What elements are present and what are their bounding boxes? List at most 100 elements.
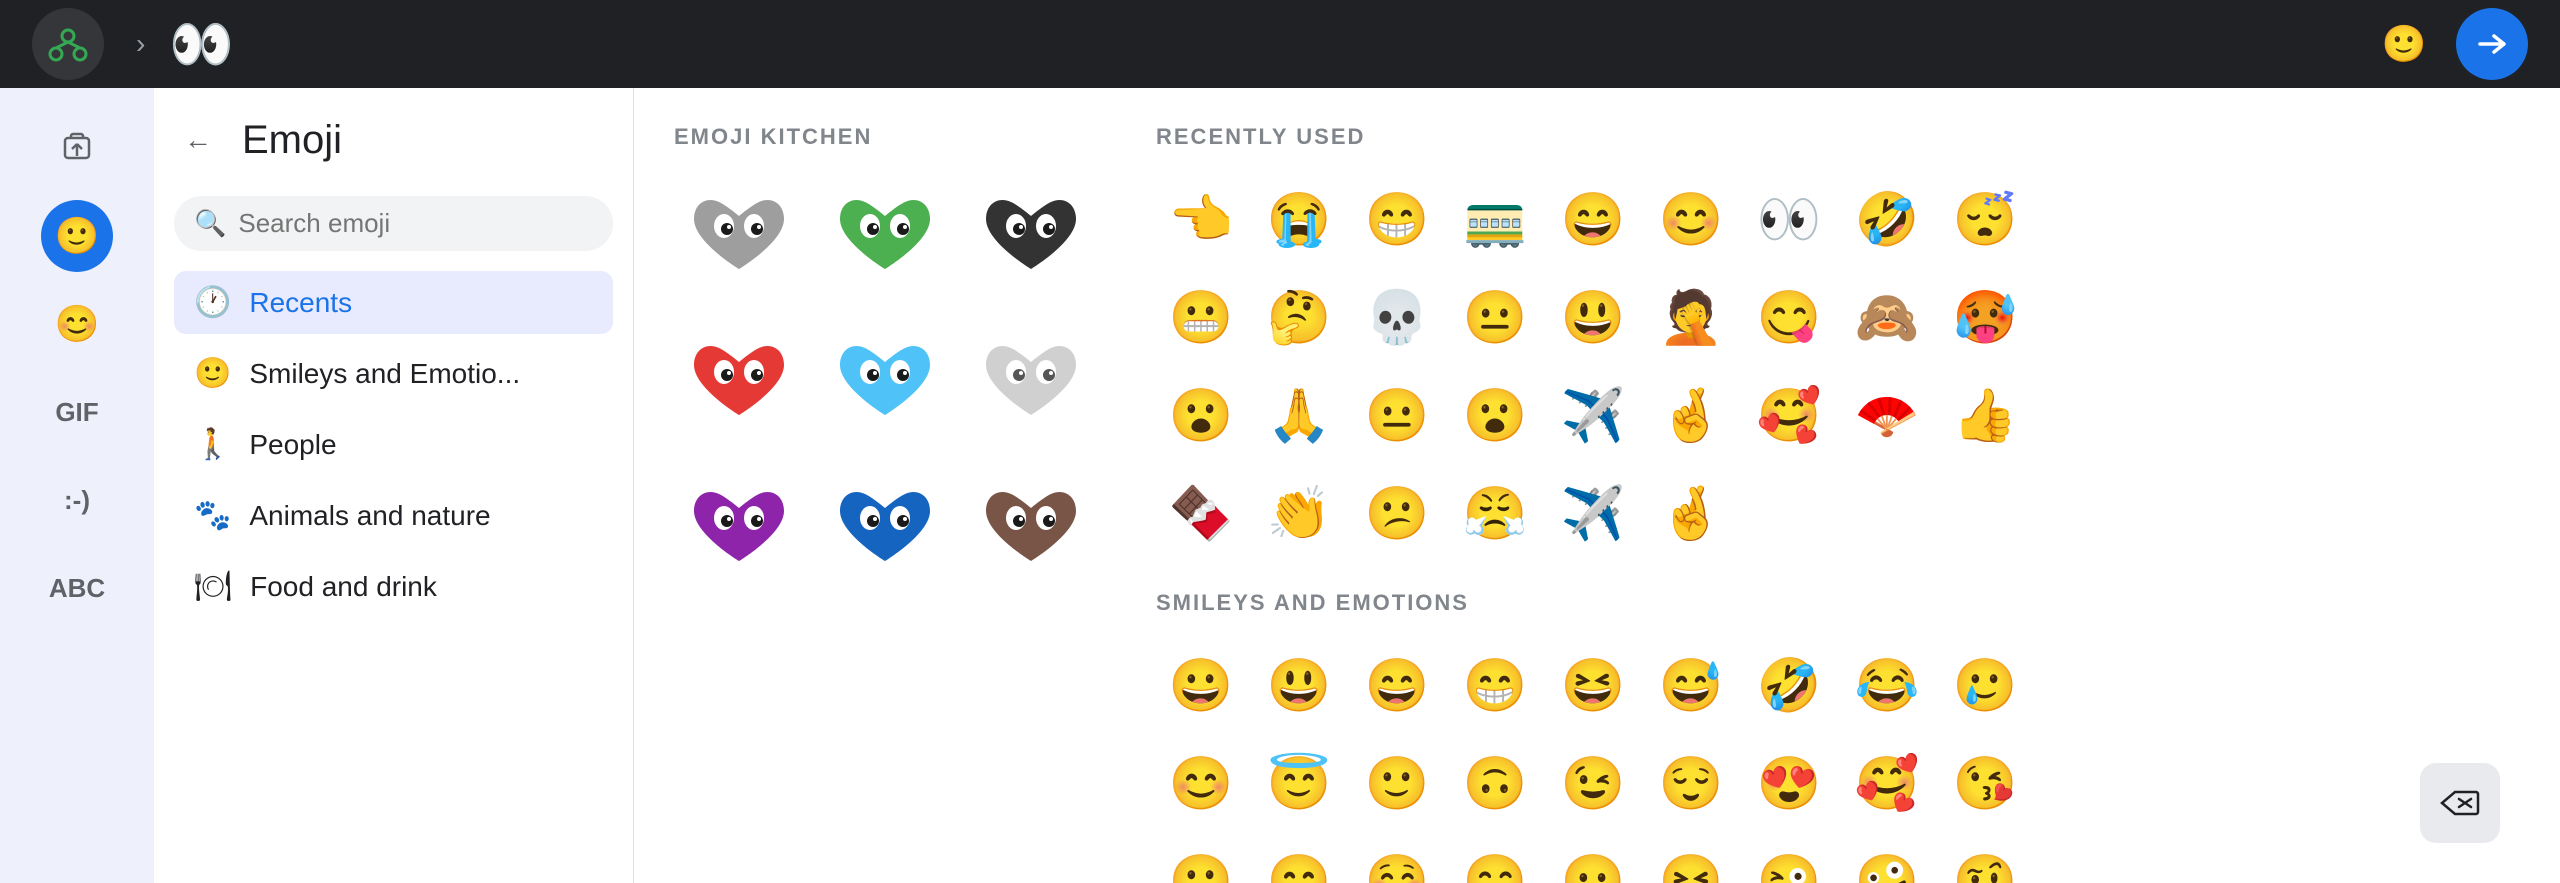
smiley-emoji[interactable]: 😆: [1548, 640, 1638, 730]
recent-emoji[interactable]: 🤞: [1646, 370, 1736, 460]
recent-emoji[interactable]: 👈: [1156, 174, 1246, 264]
emoji-sidebar-icon: 🙂: [55, 215, 100, 257]
smiley-emoji[interactable]: 😊: [1156, 738, 1246, 828]
main-area: 🙂 😊 GIF :-) ABC ← Emoji 🔍 🕐 Recents 🙂: [0, 88, 2560, 883]
kitchen-emoji-9[interactable]: [966, 466, 1096, 596]
backspace-button[interactable]: [2420, 763, 2500, 843]
recent-emoji[interactable]: 😤: [1450, 468, 1540, 558]
search-input[interactable]: [238, 208, 593, 239]
smiley-emoji[interactable]: 😁: [1450, 640, 1540, 730]
recent-emoji[interactable]: 🙏: [1254, 370, 1344, 460]
cat-item-food[interactable]: 🍽 Food and drink: [174, 555, 613, 618]
recent-emoji[interactable]: 😬: [1156, 272, 1246, 362]
sidebar-item-sticker[interactable]: 😊: [41, 288, 113, 360]
topbar: › 👀 🙂: [0, 0, 2560, 88]
topbar-eyes-emoji: 👀: [169, 14, 234, 75]
cat-item-food-label: Food and drink: [250, 571, 437, 603]
sidebar-item-emoji[interactable]: 🙂: [41, 200, 113, 272]
recent-emoji[interactable]: 😋: [1744, 272, 1834, 362]
smiley-emoji[interactable]: 🤪: [1842, 836, 1932, 883]
recent-emoji[interactable]: 🥰: [1744, 370, 1834, 460]
recent-emoji[interactable]: 👏: [1254, 468, 1344, 558]
cat-item-people[interactable]: 🚶 People: [174, 413, 613, 476]
recent-emoji[interactable]: 😄: [1548, 174, 1638, 264]
cat-item-animals[interactable]: 🐾 Animals and nature: [174, 484, 613, 547]
recent-emoji[interactable]: ✈️: [1548, 468, 1638, 558]
smiley-emoji[interactable]: 🤨: [1940, 836, 2030, 883]
recent-emoji[interactable]: 💀: [1352, 272, 1442, 362]
kitchen-emoji-7[interactable]: [674, 466, 804, 596]
recent-emoji[interactable]: 🚃: [1450, 174, 1540, 264]
recent-emoji[interactable]: 😮: [1450, 370, 1540, 460]
smiley-emoji[interactable]: 😍: [1744, 738, 1834, 828]
recent-emoji[interactable]: 🤞: [1646, 468, 1736, 558]
food-icon: 🍽: [194, 569, 232, 604]
smiley-emoji[interactable]: 😇: [1254, 738, 1344, 828]
cat-item-recents[interactable]: 🕐 Recents: [174, 271, 613, 334]
recent-emoji[interactable]: 🪭: [1842, 370, 1932, 460]
recent-emoji[interactable]: 😊: [1646, 174, 1736, 264]
kitchen-emoji-2[interactable]: [820, 174, 950, 304]
send-button[interactable]: [2456, 8, 2528, 80]
smiley-emoji[interactable]: 😀: [1156, 640, 1246, 730]
smiley-emoji[interactable]: 😅: [1646, 640, 1736, 730]
sidebar-item-share[interactable]: [41, 112, 113, 184]
smiley-emoji[interactable]: 😉: [1548, 738, 1638, 828]
sidebar-item-gif[interactable]: GIF: [41, 376, 113, 448]
smiley-emoji[interactable]: 🙂: [1352, 738, 1442, 828]
recent-emoji[interactable]: 👀: [1744, 174, 1834, 264]
sidebar-item-text-face[interactable]: :-): [41, 464, 113, 536]
recent-emoji[interactable]: 😴: [1940, 174, 2030, 264]
smiley-emoji[interactable]: 😚: [1352, 836, 1442, 883]
kitchen-emoji-3[interactable]: [966, 174, 1096, 304]
kitchen-emoji-1[interactable]: [674, 174, 804, 304]
smiley-emoji[interactable]: 🥲: [1940, 640, 2030, 730]
smiley-emoji[interactable]: 🤣: [1744, 640, 1834, 730]
right-col: RECENTLY USED 👈😭😁🚃😄😊👀🤣😴😬🤔💀😐😃🤦😋🙈🥵😮🙏😐😮✈️🤞🥰…: [1156, 124, 2520, 883]
emoji-kitchen-title: EMOJI KITCHEN: [674, 124, 1096, 150]
cat-item-smileys[interactable]: 🙂 Smileys and Emotio...: [174, 342, 613, 405]
smiley-emoji[interactable]: 😄: [1352, 640, 1442, 730]
smiley-emoji[interactable]: 😝: [1646, 836, 1736, 883]
smileys-emotions-grid: 😀😃😄😁😆😅🤣😂🥲😊😇🙂🙃😉😌😍🥰😘😗😙😚😋😛😝😜🤪🤨🧐🤓😎🥸🤩🥳😏😒😞😔😟😕🙁…: [1156, 640, 2520, 883]
recent-emoji[interactable]: 😁: [1352, 174, 1442, 264]
recent-emoji[interactable]: 🙈: [1842, 272, 1932, 362]
smiley-emoji[interactable]: 😃: [1254, 640, 1344, 730]
recent-emoji[interactable]: 😭: [1254, 174, 1344, 264]
smiley-emoji[interactable]: 😂: [1842, 640, 1932, 730]
emoji-kitchen-section: EMOJI KITCHEN: [674, 124, 1096, 883]
recent-emoji[interactable]: 😕: [1352, 468, 1442, 558]
recent-emoji[interactable]: 🍫: [1156, 468, 1246, 558]
recent-emoji[interactable]: 🥵: [1940, 272, 2030, 362]
app-logo: [32, 8, 104, 80]
recents-icon: 🕐: [194, 285, 231, 320]
cat-sidebar-title: Emoji: [242, 118, 342, 163]
smiley-emoji[interactable]: 😜: [1744, 836, 1834, 883]
sidebar-item-abc[interactable]: ABC: [41, 552, 113, 624]
recent-emoji[interactable]: 😐: [1450, 272, 1540, 362]
smiley-emoji[interactable]: 😗: [1156, 836, 1246, 883]
emoji-kitchen-grid: [674, 174, 1096, 596]
kitchen-emoji-6[interactable]: [966, 320, 1096, 450]
recent-emoji[interactable]: 😮: [1156, 370, 1246, 460]
kitchen-emoji-8[interactable]: [820, 466, 950, 596]
smiley-emoji[interactable]: 😋: [1450, 836, 1540, 883]
smiley-emoji[interactable]: 😘: [1940, 738, 2030, 828]
recent-emoji[interactable]: 🤣: [1842, 174, 1932, 264]
recent-emoji[interactable]: 👍: [1940, 370, 2030, 460]
smileys-icon: 🙂: [194, 356, 231, 391]
kitchen-emoji-5[interactable]: [820, 320, 950, 450]
smiley-emoji[interactable]: 😛: [1548, 836, 1638, 883]
kitchen-emoji-4[interactable]: [674, 320, 804, 450]
back-button[interactable]: ←: [174, 116, 222, 164]
smiley-emoji[interactable]: 😙: [1254, 836, 1344, 883]
smiley-emoji[interactable]: 🙃: [1450, 738, 1540, 828]
recent-emoji[interactable]: 😐: [1352, 370, 1442, 460]
smiley-emoji[interactable]: 🥰: [1842, 738, 1932, 828]
smiley-emoji[interactable]: 😌: [1646, 738, 1736, 828]
topbar-emoji-button[interactable]: 🙂: [2376, 16, 2432, 72]
recent-emoji[interactable]: 😃: [1548, 272, 1638, 362]
recent-emoji[interactable]: 🤔: [1254, 272, 1344, 362]
recent-emoji[interactable]: 🤦: [1646, 272, 1736, 362]
recent-emoji[interactable]: ✈️: [1548, 370, 1638, 460]
